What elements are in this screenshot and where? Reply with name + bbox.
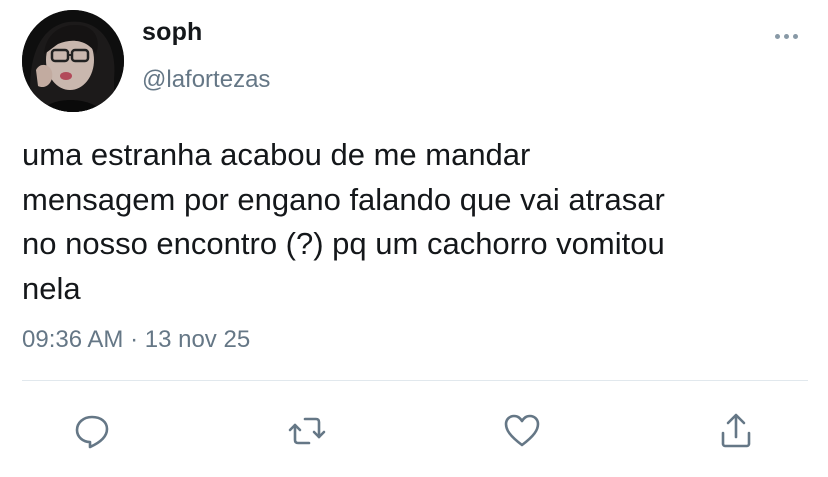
action-bar bbox=[0, 407, 828, 455]
separator: · bbox=[130, 326, 139, 353]
retweet-button[interactable] bbox=[283, 407, 331, 455]
user-handle[interactable]: @lafortezas bbox=[142, 66, 270, 94]
like-button[interactable] bbox=[498, 407, 546, 455]
reply-button[interactable] bbox=[68, 407, 116, 455]
retweet-icon bbox=[288, 417, 326, 445]
dot bbox=[775, 34, 780, 39]
dot bbox=[784, 34, 789, 39]
display-name[interactable]: soph bbox=[142, 18, 203, 47]
tweet-time: 09:36 AM bbox=[22, 326, 124, 353]
share-icon bbox=[721, 413, 751, 448]
avatar-image bbox=[22, 10, 124, 112]
more-options-icon[interactable] bbox=[775, 34, 798, 39]
tweet-card: soph @lafortezas uma estranha acabou de … bbox=[0, 0, 828, 477]
avatar[interactable] bbox=[22, 10, 124, 112]
dot bbox=[793, 34, 798, 39]
divider bbox=[22, 380, 808, 381]
tweet-date: 13 nov 25 bbox=[144, 326, 251, 353]
tweet-text: uma estranha acabou de me mandar mensage… bbox=[22, 137, 665, 306]
share-button[interactable] bbox=[712, 407, 760, 455]
reply-icon bbox=[75, 415, 109, 449]
like-icon bbox=[504, 414, 540, 447]
tweet-timestamp[interactable]: 09:36 AM · 13 nov 25 bbox=[22, 326, 250, 354]
